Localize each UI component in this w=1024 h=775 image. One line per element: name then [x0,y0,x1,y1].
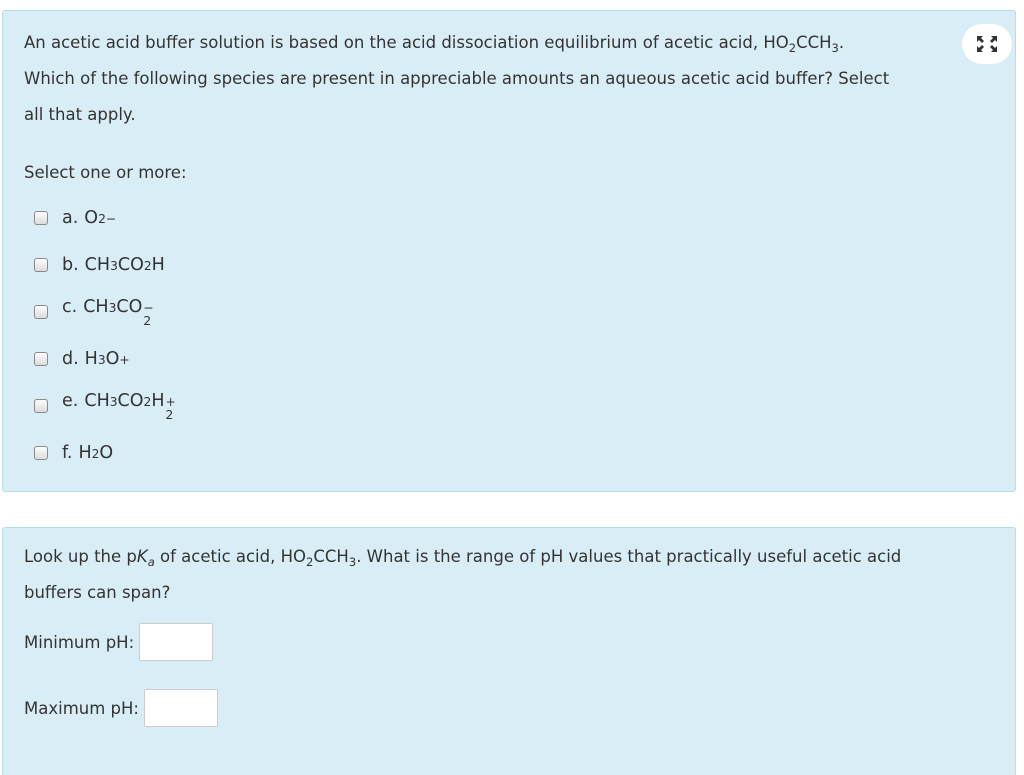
option-letter: f. [62,443,73,463]
formula-part: O [105,349,120,369]
formula-part: CH [84,390,110,411]
minimum-ph-label: Minimum pH: [24,632,135,652]
q2-line1-pre: Look up the p [24,547,137,566]
maximum-ph-row: Maximum pH: [24,689,218,727]
question-panel-2: Look up the pKa of acetic acid, HO2CCH3.… [2,527,1016,775]
option-a-checkbox[interactable] [34,211,48,225]
q1-line1-sub1: 2 [788,41,797,56]
formula-sup: − [143,300,154,315]
question-1-line-1: An acetic acid buffer solution is based … [24,25,944,61]
option-d-checkbox[interactable] [34,352,48,366]
option-letter: c. [62,296,78,317]
option-c[interactable]: c. CH 3 CO −2 [34,297,154,327]
question-1-text: An acetic acid buffer solution is based … [24,25,944,133]
option-a[interactable]: a. O 2− [34,206,116,230]
q2-pka-k: K [136,547,148,566]
minimum-ph-row: Minimum pH: [24,623,214,661]
formula-sup: + [165,394,176,409]
option-d-label[interactable]: d. H 3 O + [62,349,130,369]
q1-line1-pre: An acetic acid buffer solution is based … [24,33,789,52]
formula-part: H [84,349,98,369]
formula-part: O [84,208,99,228]
option-e[interactable]: e. CH 3 CO 2 H +2 [34,391,176,421]
option-letter: b. [62,255,79,275]
question-2-text: Look up the pKa of acetic acid, HO2CCH3.… [24,539,944,611]
option-letter: d. [62,349,79,369]
option-d[interactable]: d. H 3 O + [34,347,130,371]
formula-sub: 2 [143,313,152,328]
option-b-checkbox[interactable] [34,258,48,272]
option-e-checkbox[interactable] [34,399,48,413]
question-2-line-1: Look up the pKa of acetic acid, HO2CCH3.… [24,539,944,575]
option-b[interactable]: b. CH 3 CO 2 H [34,253,165,277]
formula-part: CO [117,390,144,411]
expand-button[interactable] [962,24,1012,64]
option-letter: e. [62,390,79,411]
formula-sub: 2 [165,407,174,422]
question-2-line-2: buffers can span? [24,583,171,602]
formula-part: CO [117,255,144,275]
formula-part: CO [116,296,143,317]
q1-line1-post: . [838,33,845,52]
minimum-ph-input[interactable] [139,623,214,661]
select-prompt: Select one or more: [24,163,187,182]
option-c-label[interactable]: c. CH 3 CO −2 [62,297,154,328]
option-b-label[interactable]: b. CH 3 CO 2 H [62,255,165,275]
formula-part: CH [84,255,111,275]
q2-pka-a: a [147,555,155,570]
fullscreen-expand-icon [977,36,997,52]
formula-part: O [99,443,114,463]
formula-subsup: +2 [165,394,176,422]
q1-line1-mid: CCH [796,33,832,52]
option-e-label[interactable]: e. CH 3 CO 2 H +2 [62,391,176,422]
maximum-ph-label: Maximum pH: [24,698,139,718]
formula-part: CH [83,296,109,317]
formula-part: H [151,390,165,411]
q2-line1-mid2: CCH [313,547,349,566]
maximum-ph-input[interactable] [143,689,218,727]
formula-part: H [151,255,165,275]
q2-line1-post: . What is the range of pH values that pr… [356,547,902,566]
q2-line1-mid: of acetic acid, HO [154,547,307,566]
formula-subsup: −2 [143,300,154,328]
question-1-line-3: all that apply. [24,105,136,124]
option-f-checkbox[interactable] [34,446,48,460]
q1-line1-sub2: 3 [831,41,839,56]
option-f-label[interactable]: f. H 2 O [62,443,113,463]
question-panel-1: An acetic acid buffer solution is based … [2,10,1016,492]
option-a-label[interactable]: a. O 2− [62,208,116,228]
formula-part: H [78,443,92,463]
option-c-checkbox[interactable] [34,305,48,319]
option-f[interactable]: f. H 2 O [34,441,113,465]
option-letter: a. [62,208,79,228]
question-1-line-2: Which of the following species are prese… [24,69,890,88]
